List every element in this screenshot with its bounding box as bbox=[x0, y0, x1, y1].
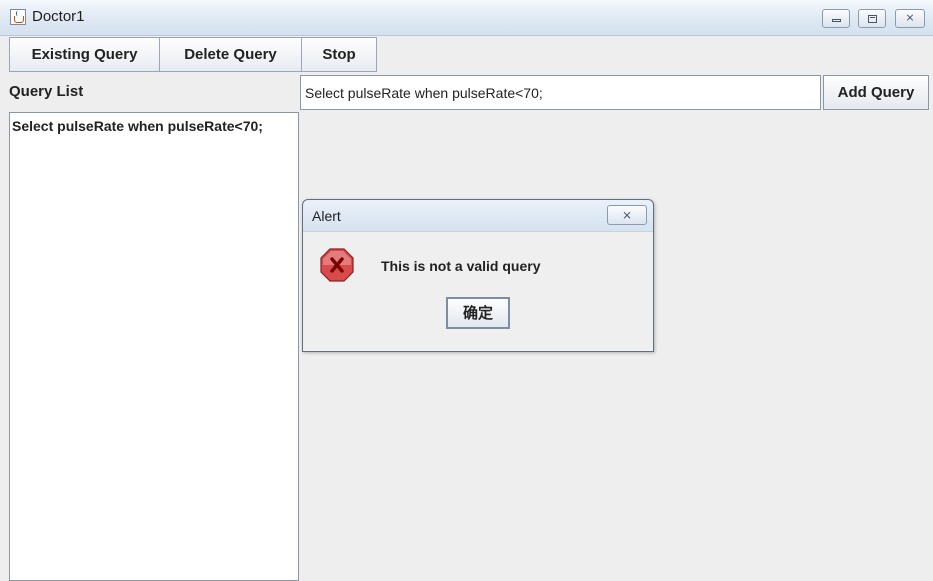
query-list[interactable]: Select pulseRate when pulseRate<70; bbox=[9, 112, 299, 581]
close-button[interactable]: ⨯ bbox=[895, 9, 925, 28]
app-window: Doctor1 ⨯ Existing Query Delete Query St… bbox=[0, 0, 933, 581]
alert-title-bar[interactable]: Alert ⨯ bbox=[303, 200, 653, 232]
java-app-icon bbox=[10, 9, 26, 25]
delete-query-button[interactable]: Delete Query bbox=[159, 37, 302, 72]
alert-close-button[interactable]: ⨯ bbox=[607, 205, 647, 225]
stop-button[interactable]: Stop bbox=[301, 37, 377, 72]
close-icon: ⨯ bbox=[905, 12, 915, 24]
query-list-item[interactable]: Select pulseRate when pulseRate<70; bbox=[10, 113, 298, 139]
add-query-button[interactable]: Add Query bbox=[823, 75, 929, 110]
query-input[interactable] bbox=[300, 75, 821, 110]
existing-query-button[interactable]: Existing Query bbox=[9, 37, 160, 72]
title-bar[interactable]: Doctor1 ⨯ bbox=[0, 0, 933, 36]
alert-dialog: Alert ⨯ This is not a valid query 确定 bbox=[302, 199, 654, 352]
alert-message: This is not a valid query bbox=[381, 258, 541, 274]
error-icon bbox=[320, 248, 354, 282]
query-list-label: Query List bbox=[9, 83, 84, 100]
maximize-icon bbox=[868, 15, 877, 23]
ok-button[interactable]: 确定 bbox=[446, 297, 510, 329]
close-icon: ⨯ bbox=[621, 208, 633, 222]
maximize-button[interactable] bbox=[858, 9, 886, 28]
alert-title: Alert bbox=[312, 208, 341, 224]
minimize-button[interactable] bbox=[822, 9, 850, 28]
minimize-icon bbox=[832, 19, 841, 22]
window-title: Doctor1 bbox=[32, 8, 85, 25]
